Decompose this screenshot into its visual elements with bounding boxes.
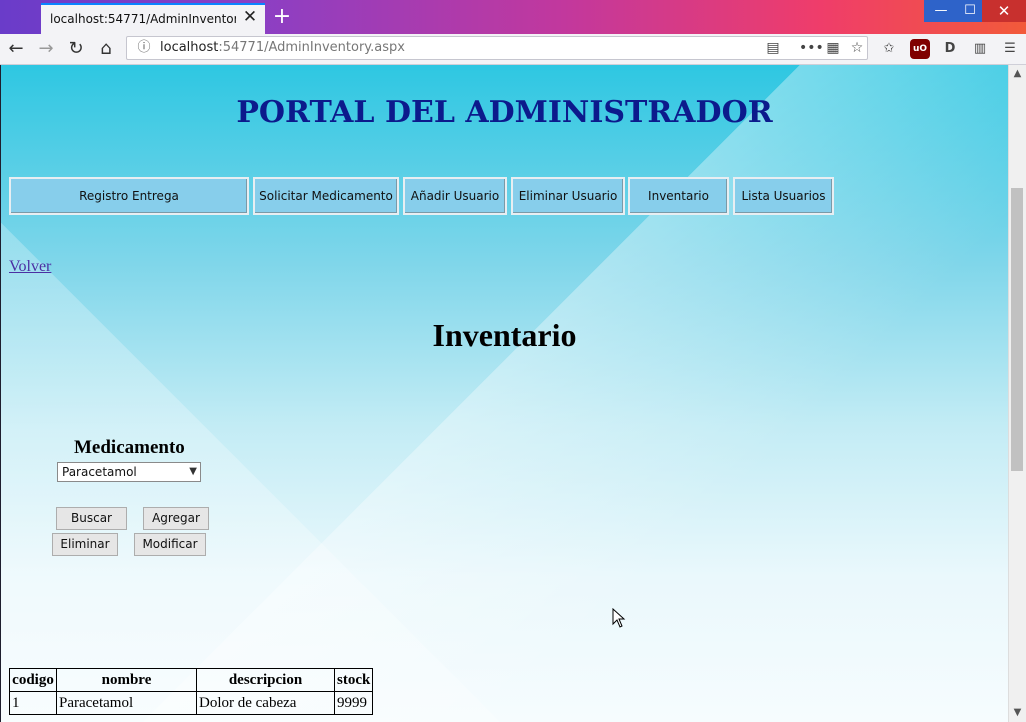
cell-nombre: Paracetamol — [56, 691, 197, 715]
screenshot-icon[interactable]: ▦ — [823, 39, 843, 57]
vertical-scrollbar[interactable]: ▲ ▼ — [1008, 65, 1026, 722]
column-header-stock: stock — [333, 668, 374, 692]
scroll-up-arrow-icon[interactable]: ▲ — [1009, 66, 1026, 82]
cell-stock: 9999 — [333, 691, 374, 715]
buscar-button[interactable]: Buscar — [56, 507, 127, 530]
extension-d-icon[interactable]: D — [940, 39, 960, 59]
new-tab-button[interactable]: + — [270, 5, 294, 29]
info-icon[interactable]: ⓘ — [135, 39, 153, 57]
extension-icon[interactable]: ✩ — [879, 39, 899, 59]
portal-title: PORTAL DEL ADMINISTRADOR — [236, 95, 773, 130]
table-row: 1 Paracetamol Dolor de cabeza 9999 — [9, 691, 374, 715]
tab-close-icon[interactable]: ✕ — [241, 8, 259, 26]
url-path: :54771/AdminInventory.aspx — [218, 40, 405, 55]
medicamento-selected-value: Paracetamol — [62, 465, 137, 479]
agregar-button[interactable]: Agregar — [143, 507, 209, 530]
menu-button-eliminar-usuario[interactable]: Eliminar Usuario — [511, 177, 625, 215]
forward-icon[interactable]: → — [34, 37, 58, 61]
cell-codigo: 1 — [9, 691, 57, 715]
table-header-row: codigo nombre descripcion stock — [9, 668, 374, 692]
menu-button-lista-usuarios[interactable]: Lista Usuarios — [733, 177, 834, 215]
home-icon[interactable]: ⌂ — [94, 37, 118, 61]
url-text[interactable]: localhost:54771/AdminInventory.aspx — [160, 40, 405, 55]
mouse-cursor-icon — [612, 608, 626, 628]
back-icon[interactable]: ← — [4, 37, 28, 61]
reload-icon[interactable]: ↻ — [64, 37, 88, 61]
menu-button-registro-entrega[interactable]: Registro Entrega — [9, 177, 249, 215]
page-content: PORTAL DEL ADMINISTRADOR Registro Entreg… — [1, 65, 1008, 722]
sidebar-icon[interactable]: ▥ — [970, 39, 990, 59]
url-host: localhost — [160, 40, 219, 55]
menu-button-anadir-usuario[interactable]: Añadir Usuario — [403, 177, 507, 215]
bookmark-star-icon[interactable]: ☆ — [847, 39, 867, 57]
ublock-icon[interactable]: uO — [910, 39, 930, 59]
page-heading: Inventario — [432, 317, 577, 353]
medicamento-select[interactable]: Paracetamol ▼ — [57, 462, 201, 482]
browser-toolbar: ← → ↻ ⌂ ⓘ localhost:54771/AdminInventory… — [0, 34, 1026, 65]
browser-tab[interactable]: localhost:54771/AdminInventory.aspx ✕ — [41, 3, 265, 34]
tab-title: localhost:54771/AdminInventory.aspx — [50, 12, 236, 26]
medicamento-label: Medicamento — [74, 437, 185, 458]
chevron-down-icon: ▼ — [189, 466, 197, 477]
inventory-table: codigo nombre descripcion stock 1 Parace… — [9, 668, 374, 715]
menu-button-solicitar-medicamento[interactable]: Solicitar Medicamento — [253, 177, 399, 215]
column-header-codigo: codigo — [9, 668, 57, 692]
reader-view-icon[interactable]: ▤ — [763, 39, 783, 57]
column-header-nombre: nombre — [56, 668, 197, 692]
menu-button-inventario[interactable]: Inventario — [628, 177, 729, 215]
page-actions-icon[interactable]: ••• — [799, 39, 824, 57]
cell-descripcion: Dolor de cabeza — [196, 691, 335, 715]
eliminar-button[interactable]: Eliminar — [52, 533, 118, 556]
scroll-down-arrow-icon[interactable]: ▼ — [1009, 705, 1026, 721]
column-header-descripcion: descripcion — [196, 668, 335, 692]
window-close-button[interactable]: ✕ — [982, 0, 1026, 22]
volver-link[interactable]: Volver — [9, 258, 51, 276]
url-bar[interactable]: ⓘ localhost:54771/AdminInventory.aspx ▤ … — [126, 36, 868, 60]
menu-icon[interactable]: ☰ — [1000, 39, 1020, 59]
browser-titlebar: localhost:54771/AdminInventory.aspx ✕ + … — [0, 0, 1026, 34]
modificar-button[interactable]: Modificar — [134, 533, 206, 556]
scrollbar-thumb[interactable] — [1011, 188, 1023, 471]
